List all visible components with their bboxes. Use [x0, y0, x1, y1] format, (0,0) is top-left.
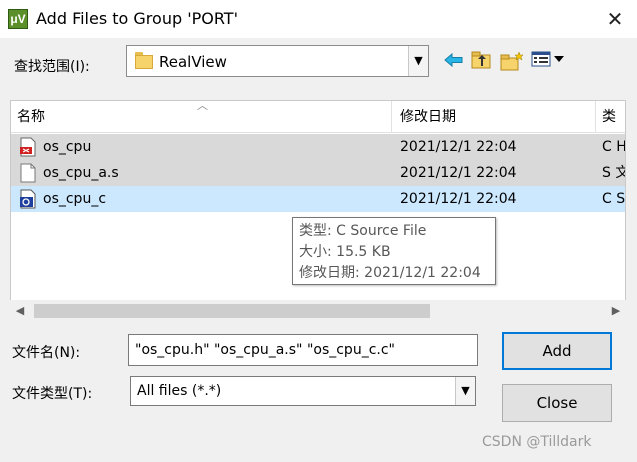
- tooltip-type: 类型: C Source File: [299, 223, 427, 239]
- filetype-value: All files (*.*): [137, 383, 222, 399]
- file-date: 2021/12/1 22:04: [400, 139, 517, 155]
- filetype-dropdown[interactable]: All files (*.*) ▼: [130, 376, 476, 406]
- list-item[interactable]: os_cpu_c 2021/12/1 22:04 C S: [11, 186, 626, 212]
- keil-app-icon: μV: [8, 9, 28, 29]
- lookin-value: RealView: [159, 53, 227, 71]
- header-file-icon: [19, 137, 37, 157]
- watermark: CSDN @Tilldark: [482, 434, 592, 450]
- close-window-button[interactable]: ✕: [602, 6, 628, 32]
- tooltip-size: 大小: 15.5 KB: [299, 244, 391, 260]
- tooltip-date: 修改日期: 2021/12/1 22:04: [299, 265, 481, 281]
- add-files-dialog: μV Add Files to Group 'PORT' ✕ 查找范围(I): …: [0, 0, 637, 462]
- file-type: S 文: [602, 165, 625, 181]
- up-folder-icon[interactable]: [470, 51, 494, 73]
- list-header: 名称 ︿ 修改日期 类: [11, 100, 625, 133]
- file-name: os_cpu_a.s: [43, 165, 119, 181]
- list-item[interactable]: os_cpu_a.s 2021/12/1 22:04 S 文: [11, 160, 625, 186]
- file-type: C S: [602, 191, 626, 207]
- title-bar: μV Add Files to Group 'PORT' ✕: [0, 0, 637, 38]
- file-date: 2021/12/1 22:04: [400, 165, 517, 181]
- file-list[interactable]: 名称 ︿ 修改日期 类 os_cpu 2021/12/1 22:04 C H o…: [10, 100, 626, 322]
- scroll-left-icon[interactable]: ◀: [10, 300, 30, 322]
- filename-label: 文件名(N):: [12, 345, 81, 361]
- view-menu-icon[interactable]: [530, 51, 566, 73]
- column-date-modified[interactable]: 修改日期: [394, 101, 594, 133]
- file-name: os_cpu: [43, 139, 92, 155]
- file-type: C H: [602, 139, 626, 155]
- blank-file-icon: [19, 163, 37, 183]
- chevron-down-icon[interactable]: ▼: [455, 377, 475, 405]
- scroll-right-icon[interactable]: ▶: [606, 300, 626, 322]
- file-info-tooltip: 类型: C Source File 大小: 15.5 KB 修改日期: 2021…: [292, 217, 496, 285]
- c-source-file-icon: [19, 189, 37, 209]
- column-divider[interactable]: [391, 101, 392, 133]
- lookin-dropdown[interactable]: RealView ▼: [126, 45, 429, 77]
- lookin-label: 查找范围(I):: [14, 59, 90, 75]
- window-title: Add Files to Group 'PORT': [36, 9, 238, 28]
- scrollbar-thumb[interactable]: [34, 304, 430, 318]
- close-button[interactable]: Close: [502, 384, 612, 422]
- file-date: 2021/12/1 22:04: [400, 191, 517, 207]
- filename-input[interactable]: "os_cpu.h" "os_cpu_a.s" "os_cpu_c.c": [128, 334, 478, 366]
- horizontal-scrollbar[interactable]: ◀ ▶: [10, 300, 626, 322]
- new-folder-icon[interactable]: [500, 51, 524, 73]
- file-name: os_cpu_c: [43, 191, 107, 207]
- list-item[interactable]: os_cpu 2021/12/1 22:04 C H: [11, 134, 626, 160]
- filetype-label: 文件类型(T):: [12, 386, 93, 402]
- column-type[interactable]: 类: [596, 101, 625, 133]
- folder-icon: [135, 52, 153, 69]
- sort-ascending-icon: ︿: [197, 100, 208, 112]
- back-arrow-icon[interactable]: [442, 51, 466, 73]
- chevron-down-icon[interactable]: ▼: [408, 46, 428, 76]
- add-button[interactable]: Add: [502, 332, 612, 370]
